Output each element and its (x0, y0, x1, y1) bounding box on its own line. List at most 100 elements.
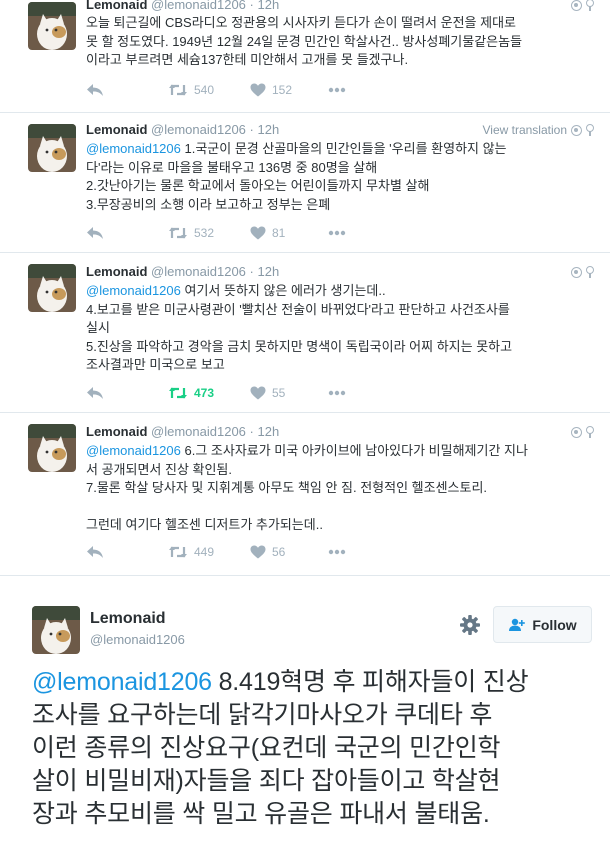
tweet-actions: 473 55 (86, 384, 426, 402)
avatar[interactable] (28, 124, 76, 172)
tweet-line: 오늘 퇴근길에 CBS라디오 정관용의 시사자키 듣다가 손이 떨려서 운전을 … (86, 15, 516, 30)
more-button[interactable] (328, 543, 346, 561)
author-name[interactable]: Lemonaid (86, 122, 147, 137)
author-handle[interactable]: @lemonaid1206 (151, 0, 246, 12)
heart-icon (250, 226, 266, 240)
location-pin-icon[interactable] (586, 426, 594, 438)
tweet-time[interactable]: 12h (258, 424, 280, 439)
tweet-line: 4.보고를 받은 미군사령관이 '빨치산 전술이 바뀌었다'라고 판단하고 사건… (86, 301, 510, 317)
tweet-actions: 540 152 (86, 81, 426, 99)
retweet-button[interactable]: 540 (168, 81, 214, 99)
like-count: 152 (272, 83, 293, 97)
tweet[interactable]: Lemonaid @lemonaid1206 · 12h 오늘 퇴근길에 CBS… (0, 0, 610, 113)
author-handle[interactable]: @lemonaid1206 (90, 632, 185, 647)
more-dots-icon (328, 230, 346, 236)
tweet-line-text: 1.국군이 문경 산골마을의 민간인들을 '우리를 환영하지 않는 (180, 141, 507, 156)
tweet-text: @lemonaid1206 여기서 뜻하지 않은 에러가 생기는데.. 4.보고… (86, 282, 596, 375)
reply-button[interactable] (86, 543, 104, 561)
retweet-count: 532 (194, 226, 215, 240)
retweet-button[interactable]: 532 (168, 224, 214, 242)
separator: · (249, 424, 254, 439)
avatar[interactable] (32, 606, 80, 654)
tweet-header: Lemonaid @lemonaid1206 · 12h (86, 0, 279, 13)
like-button[interactable]: 55 (250, 384, 285, 402)
tweet[interactable]: Lemonaid @lemonaid1206 · 12h View transl… (0, 113, 610, 253)
tweet-meta-icons (571, 0, 594, 13)
tweet-line: @lemonaid1206 1.국군이 문경 산골마을의 민간인들을 '우리를 … (86, 140, 596, 159)
avatar[interactable] (28, 264, 76, 312)
mention-link[interactable]: @lemonaid1206 (86, 443, 181, 458)
follow-label: Follow (532, 616, 577, 633)
tweet-line-text: 8.419혁명 후 피해자들이 진상 (211, 668, 529, 696)
author-name[interactable]: Lemonaid (86, 0, 147, 12)
tweet-time[interactable]: 12h (258, 264, 280, 279)
globe-icon (571, 124, 582, 136)
retweet-count: 473 (194, 386, 215, 400)
mention-link[interactable]: @lemonaid1206 (32, 668, 212, 696)
tweet-line: @lemonaid1206 8.419혁명 후 피해자들이 진상 (32, 666, 592, 699)
retweet-icon (169, 84, 187, 96)
like-count: 56 (272, 545, 286, 559)
tweet-time[interactable]: 12h (258, 0, 280, 12)
reply-button[interactable] (86, 81, 104, 99)
like-count: 55 (272, 386, 286, 400)
author-handle[interactable]: @lemonaid1206 (151, 264, 246, 279)
tweet[interactable]: Lemonaid @lemonaid1206 · 12h @lemonaid12… (0, 413, 610, 575)
location-pin-icon[interactable] (586, 266, 594, 278)
more-button[interactable] (328, 81, 346, 99)
more-button[interactable] (328, 384, 346, 402)
tweet-feed: Lemonaid @lemonaid1206 · 12h 오늘 퇴근길에 CBS… (0, 0, 610, 575)
author-handle[interactable]: @lemonaid1206 (151, 424, 246, 439)
tweet-line: 5.진상을 파악하고 경악을 금치 못하지만 명색이 독립국이라 어찌 하지는 … (86, 338, 513, 354)
mention-link[interactable]: @lemonaid1206 (86, 283, 181, 298)
author-name[interactable]: Lemonaid (86, 424, 147, 439)
view-translation-link[interactable]: View translation (483, 123, 568, 137)
more-dots-icon (328, 390, 346, 396)
expanded-tweet: Lemonaid @lemonaid1206 Follow @lemonaid1… (0, 575, 610, 845)
tweet-line: @lemonaid1206 6.그 조사자료가 미국 아카이브에 남아있다가 비… (86, 442, 596, 461)
retweet-icon (169, 227, 187, 239)
tweet-line: 2.갓난아기는 물론 학교에서 돌아오는 어린이들까지 무차별 살해 (86, 178, 430, 193)
globe-icon (571, 266, 582, 278)
follow-button[interactable]: Follow (493, 606, 592, 643)
separator: · (249, 264, 254, 279)
tweet-line: 그런데 여기다 헬조센 디저트가 추가되는데.. (86, 517, 323, 532)
like-button[interactable]: 56 (250, 543, 285, 561)
tweet-line: 조사를 요구하는데 닭각기마사오가 쿠데타 후 (32, 701, 493, 729)
tweet-line: 조사결과만 미국으로 보고 (86, 357, 225, 372)
retweet-count: 449 (194, 545, 215, 559)
tweet[interactable]: Lemonaid @lemonaid1206 · 12h @lemonaid12… (0, 253, 610, 413)
author-name[interactable]: Lemonaid (86, 264, 147, 279)
more-button[interactable] (328, 224, 346, 242)
retweet-icon (169, 546, 187, 558)
retweet-button[interactable]: 449 (168, 543, 214, 561)
location-pin-icon[interactable] (586, 124, 594, 136)
tweet-line-text: 여기서 뜻하지 않은 에러가 생기는데.. (180, 283, 386, 298)
like-button[interactable]: 81 (250, 224, 285, 242)
tweet-line: @lemonaid1206 여기서 뜻하지 않은 에러가 생기는데.. (86, 282, 596, 301)
tweet-time[interactable]: 12h (258, 122, 280, 137)
globe-icon (571, 0, 582, 11)
author-name[interactable]: Lemonaid (90, 610, 166, 628)
author-handle[interactable]: @lemonaid1206 (151, 122, 246, 137)
tweet-line: 장과 추모비를 싹 밀고 유골은 파내서 불태움. (32, 800, 490, 828)
mention-link[interactable]: @lemonaid1206 (86, 141, 181, 156)
tweet-actions: 449 56 (86, 543, 426, 561)
gear-icon[interactable] (458, 613, 482, 637)
retweet-button[interactable]: 473 (168, 384, 214, 402)
reply-button[interactable] (86, 384, 104, 402)
more-dots-icon (328, 549, 346, 555)
tweet-line: 실시 (86, 320, 110, 335)
location-pin-icon[interactable] (586, 0, 594, 11)
separator: · (249, 0, 254, 12)
reply-icon (87, 387, 103, 399)
like-count: 81 (272, 226, 286, 240)
like-button[interactable]: 152 (250, 81, 292, 99)
reply-icon (87, 546, 103, 558)
tweet-line: 7.물론 학살 당사자 및 지휘계통 아무도 책임 안 짐. 전형적인 헬조센스… (86, 480, 488, 495)
tweet-meta-icons: View translation (483, 122, 594, 138)
avatar[interactable] (28, 424, 76, 472)
reply-icon (87, 227, 103, 239)
reply-button[interactable] (86, 224, 104, 242)
avatar[interactable] (28, 2, 76, 50)
